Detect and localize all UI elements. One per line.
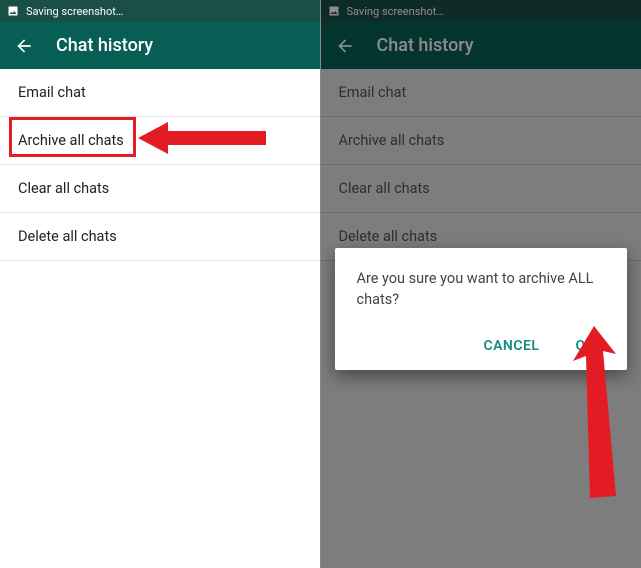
list-item-clear-all-chats[interactable]: Clear all chats <box>321 165 641 213</box>
list-item-email-chat[interactable]: Email chat <box>0 69 320 117</box>
list-item-delete-all-chats[interactable]: Delete all chats <box>0 213 320 261</box>
image-icon <box>6 5 20 17</box>
list-item-label: Delete all chats <box>339 228 438 245</box>
status-bar: Saving screenshot… <box>0 0 320 22</box>
cancel-button[interactable]: CANCEL <box>477 330 545 362</box>
left-screenshot: Saving screenshot… Chat history Email ch… <box>0 0 320 568</box>
dialog-actions: CANCEL OK <box>357 330 606 362</box>
status-bar: Saving screenshot… <box>321 0 641 22</box>
settings-list: Email chat Archive all chats Clear all c… <box>321 69 641 261</box>
ok-button[interactable]: OK <box>569 330 601 362</box>
dialog-message: Are you sure you want to archive ALL cha… <box>357 268 606 310</box>
list-item-archive-all-chats[interactable]: Archive all chats <box>321 117 641 165</box>
page-title: Chat history <box>377 35 474 56</box>
back-arrow-icon[interactable] <box>335 36 355 56</box>
settings-list: Email chat Archive all chats Clear all c… <box>0 69 320 261</box>
list-item-label: Clear all chats <box>18 180 109 197</box>
confirm-dialog: Are you sure you want to archive ALL cha… <box>335 248 628 370</box>
list-item-label: Archive all chats <box>339 132 445 149</box>
list-item-archive-all-chats[interactable]: Archive all chats <box>0 117 320 165</box>
list-item-label: Email chat <box>18 84 86 101</box>
right-screenshot: Saving screenshot… Chat history Email ch… <box>321 0 641 568</box>
back-arrow-icon[interactable] <box>14 36 34 56</box>
status-text: Saving screenshot… <box>347 5 444 18</box>
list-item-label: Delete all chats <box>18 228 117 245</box>
list-item-email-chat[interactable]: Email chat <box>321 69 641 117</box>
image-icon <box>327 5 341 17</box>
app-bar: Chat history <box>321 22 641 69</box>
list-item-label: Clear all chats <box>339 180 430 197</box>
list-item-label: Email chat <box>339 84 407 101</box>
status-text: Saving screenshot… <box>26 5 123 18</box>
list-item-clear-all-chats[interactable]: Clear all chats <box>0 165 320 213</box>
page-title: Chat history <box>56 35 153 56</box>
app-bar: Chat history <box>0 22 320 69</box>
list-item-label: Archive all chats <box>18 132 124 149</box>
